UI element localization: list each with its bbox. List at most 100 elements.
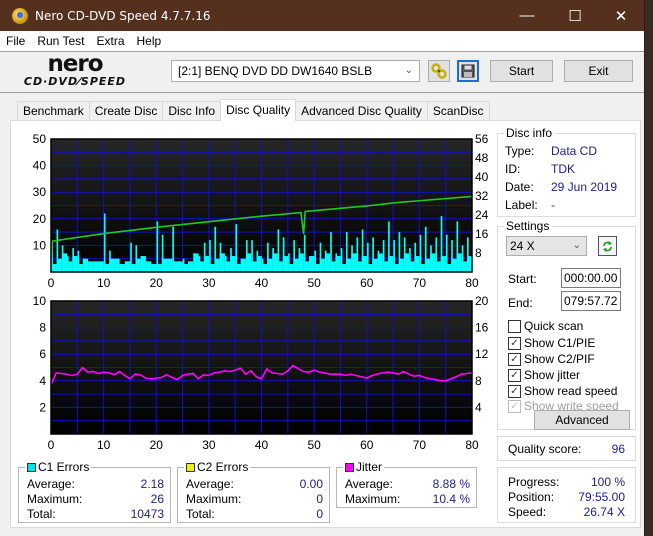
- c1-error-bar-fill: [361, 256, 367, 272]
- c1-error-bar-fill: [182, 264, 189, 272]
- x-tick-label: 20: [150, 276, 164, 290]
- tab-advanced-disc-quality[interactable]: Advanced Disc Quality: [295, 101, 428, 121]
- show-c2-pif-checkbox[interactable]: ✓ Show C2/PIF: [508, 352, 595, 366]
- menu-run-test[interactable]: Run Test: [37, 34, 84, 48]
- c2-avg-value: 0.00: [299, 477, 323, 491]
- c1-error-bar-fill: [356, 261, 362, 272]
- c1-error-bar-fill: [251, 261, 257, 272]
- c1-error-bar-fill: [367, 264, 373, 272]
- show-read-speed-label: Show read speed: [524, 384, 618, 398]
- show-c1-pie-checkbox[interactable]: ✓ Show C1/PIE: [508, 336, 595, 350]
- c1-error-bar-fill: [214, 258, 220, 272]
- c1-error-bar-fill: [124, 261, 131, 272]
- c1-error-bar-fill: [114, 258, 120, 272]
- show-jitter-checkbox[interactable]: ✓ Show jitter: [508, 368, 580, 382]
- quick-scan-label: Quick scan: [524, 319, 584, 333]
- c1-error-bar-fill: [345, 258, 352, 272]
- maximize-button[interactable]: ☐: [552, 0, 598, 31]
- c2-total-label: Total:: [186, 507, 215, 521]
- tab-disc-info[interactable]: Disc Info: [162, 101, 222, 121]
- c2-total-value: 0: [316, 507, 323, 521]
- c1-error-bar-fill: [330, 261, 336, 272]
- start-time-input[interactable]: 000:00.00: [561, 268, 621, 288]
- menu-file[interactable]: File: [6, 34, 25, 48]
- disc-quality-panel: 0 10 20 30 40 50 60 70 80 10 20 30 40 50 8 16 24 32 40 48 56…: [10, 120, 641, 528]
- y-right-tick-label: 12: [475, 347, 489, 361]
- c1-error-bar-fill: [167, 258, 173, 272]
- menu-help[interactable]: Help: [137, 34, 162, 48]
- start-button[interactable]: Start: [490, 60, 553, 82]
- speed-select-value: 24 X: [510, 239, 535, 253]
- c1-error-bar-fill: [240, 258, 246, 272]
- x-tick-label: 70: [413, 438, 427, 452]
- quick-scan-checkbox[interactable]: Quick scan: [508, 319, 583, 333]
- c1-errors-chart: 0 10 20 30 40 50 60 70 80 10 20 30 40 50 8 16 24 32 40 48 56: [33, 132, 489, 290]
- x-tick-label: 10: [97, 276, 111, 290]
- y-left-tick-label: 50: [33, 132, 47, 146]
- c1-error-bar-fill: [98, 261, 104, 272]
- checkmark-icon: ✓: [508, 384, 521, 398]
- c1-error-bar-fill: [388, 256, 394, 272]
- speed-select[interactable]: 24 X ⌄: [506, 236, 587, 256]
- c2-title: C2 Errors: [197, 460, 249, 474]
- save-button[interactable]: [457, 60, 479, 82]
- c2-color-swatch: [186, 462, 195, 472]
- tab-scandisc[interactable]: ScanDisc: [426, 101, 490, 121]
- show-read-speed-checkbox[interactable]: ✓ Show read speed: [508, 384, 617, 398]
- jitter-legend: Jitter: [343, 460, 385, 474]
- x-tick-label: 40: [255, 276, 269, 290]
- c1-error-bar-fill: [272, 253, 278, 272]
- x-tick-label: 80: [465, 438, 479, 452]
- quality-score-label: Quality score:: [508, 442, 582, 456]
- refresh-button[interactable]: [598, 236, 617, 256]
- c1-error-bar-fill: [435, 261, 441, 272]
- y-right-tick-label: 8: [475, 374, 482, 388]
- floppy-disk-icon: [461, 64, 475, 78]
- x-tick-label: 30: [202, 438, 216, 452]
- settings-title: Settings: [504, 219, 552, 233]
- tab-create-disc[interactable]: Create Disc: [88, 101, 164, 121]
- y-right-tick-label: 48: [475, 151, 489, 165]
- disc-label-value: -: [551, 198, 555, 212]
- toolbar: nero CD·DVD⁄SPEED [2:1] BENQ DVD DD DW16…: [0, 51, 644, 93]
- c1-error-bar-fill: [77, 264, 83, 272]
- x-tick-label: 70: [413, 276, 427, 290]
- c2-errors-group: C2 Errors Average: 0.00 Maximum: 0 Total: 0: [177, 460, 330, 523]
- nero-logo: nero CD·DVD⁄SPEED: [14, 51, 136, 91]
- x-tick-label: 80: [465, 276, 479, 290]
- disc-info-box: Disc info Type: Data CD ID: TDK Date: 29…: [497, 126, 636, 217]
- c1-error-bar-fill: [93, 261, 99, 272]
- c1-error-bar-fill: [445, 264, 452, 272]
- logo-text-top: nero: [47, 51, 103, 77]
- advanced-button[interactable]: Advanced: [534, 410, 630, 430]
- title-bar: Nero CD-DVD Speed 4.7.7.16 — ☐ ✕: [0, 0, 644, 31]
- c1-error-bar-fill: [245, 253, 252, 272]
- close-button[interactable]: ✕: [598, 0, 644, 31]
- c1-error-bar-fill: [203, 256, 210, 272]
- x-tick-label: 30: [202, 276, 216, 290]
- c1-error-bar-fill: [293, 258, 299, 272]
- c1-error-bar-fill: [282, 256, 289, 272]
- show-c2-pif-label: Show C2/PIF: [524, 352, 595, 366]
- c1-error-bar-fill: [177, 261, 183, 272]
- c1-error-bar-fill: [314, 264, 320, 272]
- minimize-button[interactable]: —: [504, 0, 550, 31]
- c1-error-bar-fill: [398, 258, 404, 272]
- progress-value: 100 %: [590, 475, 625, 489]
- c1-error-bar-fill: [56, 258, 62, 272]
- c1-error-bar-fill: [188, 261, 194, 272]
- menu-extra[interactable]: Extra: [96, 34, 124, 48]
- c1-error-bar-fill: [224, 261, 231, 272]
- drive-select[interactable]: [2:1] BENQ DVD DD DW1640 BSLB ⌄: [171, 60, 420, 82]
- c1-error-bar-fill: [72, 256, 78, 272]
- end-time-input[interactable]: 079:57.72: [561, 291, 621, 311]
- show-jitter-label: Show jitter: [524, 368, 581, 382]
- tab-benchmark[interactable]: Benchmark: [17, 101, 90, 121]
- drive-select-value: [2:1] BENQ DVD DD DW1640 BSLB: [178, 64, 373, 78]
- drive-config-button[interactable]: [428, 60, 450, 82]
- show-c1-pie-label: Show C1/PIE: [524, 336, 596, 350]
- jitter-max-label: Maximum:: [345, 492, 401, 506]
- tab-disc-quality[interactable]: Disc Quality: [220, 99, 297, 121]
- exit-button[interactable]: Exit: [564, 60, 633, 82]
- progress-label: Progress:: [508, 475, 560, 489]
